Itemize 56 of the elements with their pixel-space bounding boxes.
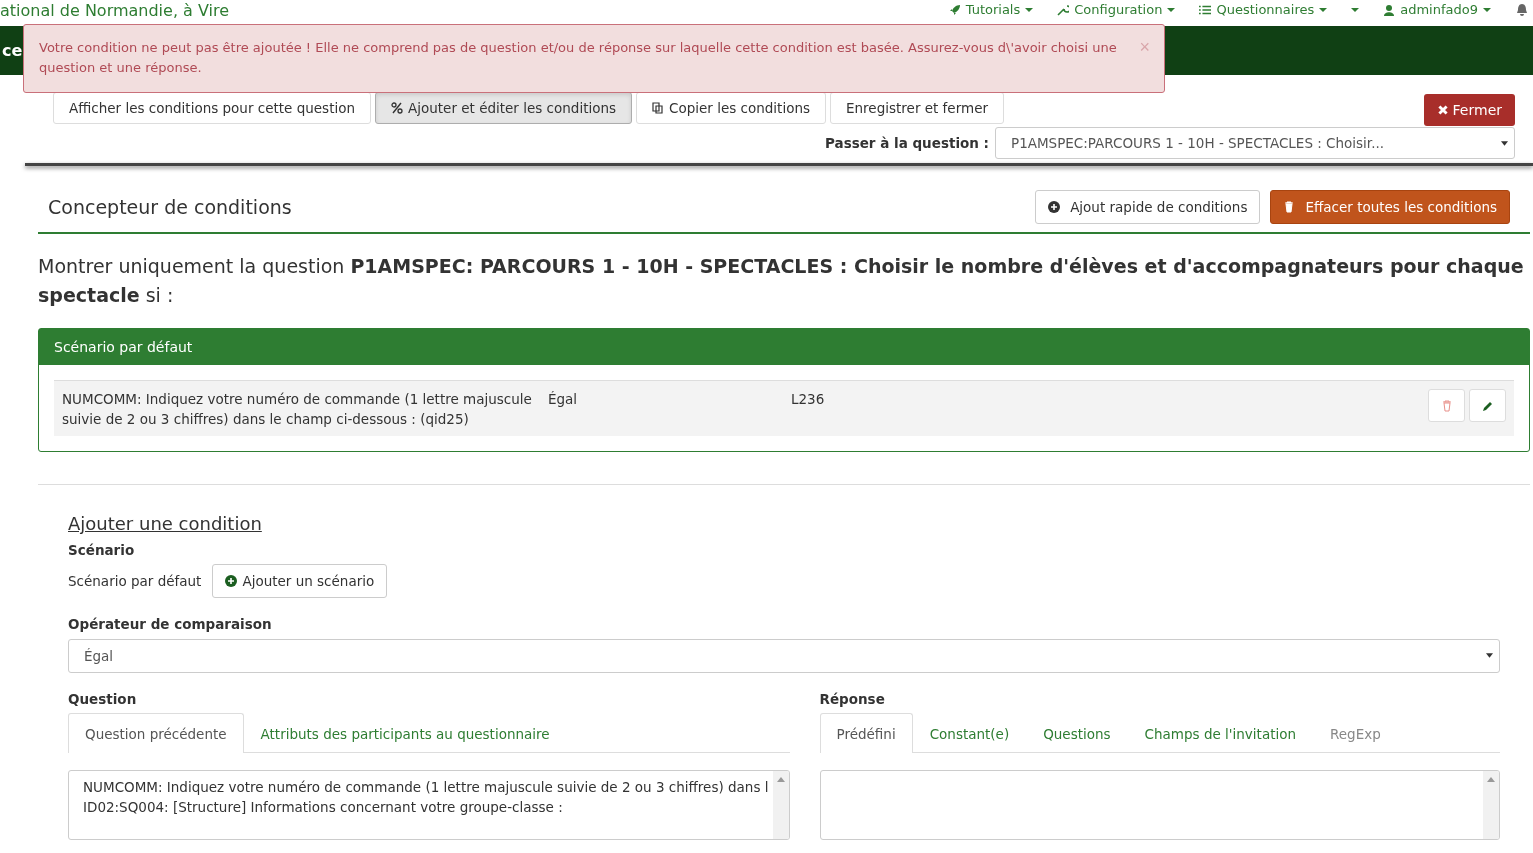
- close-icon: [1436, 104, 1449, 116]
- nav-menu-item[interactable]: Tutorials: [948, 2, 1034, 18]
- caret-icon: [1319, 8, 1328, 12]
- plus-circle-icon: [225, 575, 238, 587]
- error-message: Votre condition ne peut pas être ajoutée ! Elle ne comprend pas de question et/ou de réponse sur laquelle cette condition est basée. Assurez-vous d\'avoir choisi une question et une réponse.: [39, 39, 1118, 77]
- tab[interactable]: Constant(e): [912, 713, 1027, 753]
- pencil-icon: [1481, 399, 1494, 412]
- question-option[interactable]: NUMCOMM: Indiquez votre numéro de commande (1 lettre majuscule suivie de 2 ou 3 chiffres) dans l: [83, 777, 769, 797]
- caret-icon: [1483, 8, 1491, 12]
- caret-icon: [1501, 141, 1508, 146]
- user-icon: [1383, 4, 1396, 16]
- quick-add-button[interactable]: Ajout rapide de conditions: [1035, 190, 1261, 224]
- caret-icon: [1025, 8, 1034, 12]
- list-icon: [1199, 4, 1212, 16]
- nav-menu-item[interactable]: Configuration: [1057, 2, 1176, 18]
- toolbar-button[interactable]: Afficher les conditions pour cette question: [53, 92, 371, 124]
- operator-select[interactable]: Égal: [68, 639, 1500, 673]
- tab[interactable]: Question précédente: [68, 713, 244, 753]
- site-title: ational de Normandie, à Vire: [0, 1, 230, 21]
- field-label: Réponse: [819, 691, 885, 707]
- nav-menu-item[interactable]: adminfado9: [1383, 2, 1491, 18]
- panel-title: Scénario par défaut: [54, 339, 193, 355]
- caret-icon: [1486, 653, 1493, 658]
- condition-operator: Égal: [548, 390, 579, 409]
- intro-text: Montrer uniquement la question P1AMSPEC: PARCOURS 1 - 10H - SPECTACLES : Choisir le nombre d'élèves et d'accompagnateurs pour chaque spectacle si :: [38, 254, 1525, 308]
- tab[interactable]: Attributs des participants au questionnaire: [243, 713, 567, 753]
- plus-circle-icon: [1048, 201, 1061, 213]
- add-condition-link[interactable]: Ajouter une condition: [68, 513, 262, 534]
- delete-all-button[interactable]: Effacer toutes les conditions: [1270, 190, 1510, 224]
- field-label: Scénario: [68, 542, 135, 558]
- rocket-icon: [948, 4, 961, 16]
- condition-value: L236: [791, 390, 826, 409]
- field-label: Opérateur de comparaison: [68, 616, 272, 632]
- condition-question: NUMCOMM: Indiquez votre numéro de commande (1 lettre majuscule suivie de 2 ou 3 chiffres) dans le champ ci-dessous : (qid25): [62, 390, 533, 429]
- tab[interactable]: Prédéfini: [819, 713, 913, 753]
- copy-icon: [652, 102, 665, 114]
- trash-icon: [1283, 201, 1296, 213]
- section-title: Concepteur de conditions: [48, 196, 292, 218]
- field-label: Question: [68, 691, 137, 707]
- tab[interactable]: Champs de l'invitation: [1127, 713, 1313, 753]
- toolbar-button[interactable]: Enregistrer et fermer: [830, 92, 1004, 124]
- caret-icon: [1167, 8, 1176, 12]
- tab[interactable]: Questions: [1026, 713, 1128, 753]
- page-title: ce: [1, 41, 23, 60]
- trash-icon: [1440, 399, 1453, 412]
- scenario-value: Scénario par défaut: [68, 573, 202, 589]
- caret-icon[interactable]: [1351, 8, 1360, 12]
- toolbar-button[interactable]: Ajouter et éditer les conditions: [375, 92, 633, 124]
- bell-icon[interactable]: [1515, 3, 1529, 17]
- jump-label: Passer à la question :: [825, 135, 989, 151]
- question-select[interactable]: P1AMSPEC:PARCOURS 1 - 10H - SPECTACLES : Choisir...: [995, 127, 1515, 159]
- add-scenario-button[interactable]: Ajouter un scénario: [212, 564, 388, 598]
- question-option[interactable]: ID02:SQ004: [Structure] Informations concernant votre groupe-classe :: [83, 797, 769, 817]
- toolbar-button[interactable]: Copier les conditions: [636, 92, 827, 124]
- close-button[interactable]: Fermer: [1423, 94, 1515, 126]
- nav-menu-item[interactable]: Questionnaires: [1199, 2, 1328, 18]
